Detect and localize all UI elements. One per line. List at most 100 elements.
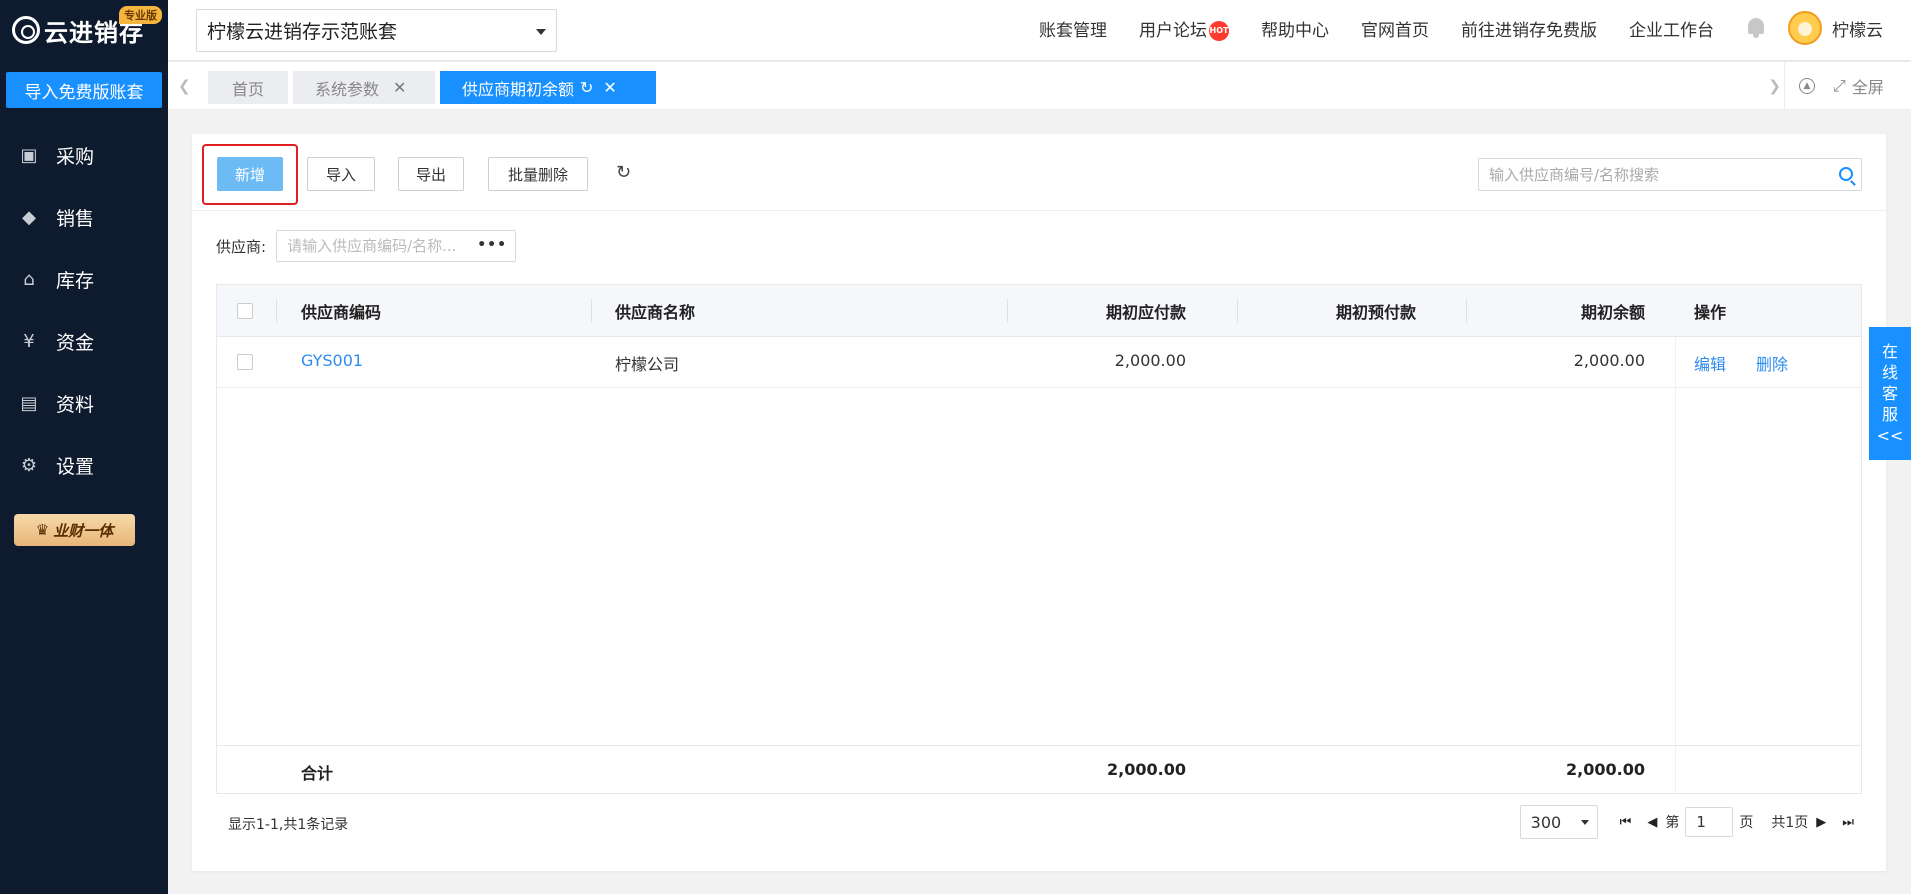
table-total-row: 合计 2,000.00 2,000.00 — [217, 745, 1861, 793]
col-opening-payable[interactable]: 期初应付款 — [1106, 299, 1186, 323]
tab-home[interactable]: 首页 — [208, 71, 288, 104]
yecai-yiti-button[interactable]: ♛ 业财一体 — [14, 514, 135, 546]
page-suffix: 页 — [1739, 815, 1754, 831]
col-opening-balance[interactable]: 期初余额 — [1581, 299, 1645, 323]
search-icon[interactable] — [1839, 167, 1853, 181]
link-user-forum[interactable]: 用户论坛 HOT — [1139, 16, 1229, 41]
fullscreen-label[interactable]: 全屏 — [1852, 74, 1884, 98]
sidebar-item-label: 设置 — [56, 455, 95, 478]
delete-link[interactable]: 删除 — [1756, 351, 1788, 375]
column-separator — [276, 299, 277, 323]
prev-page-icon[interactable]: ◀ — [1647, 815, 1657, 830]
hot-badge: HOT — [1209, 20, 1229, 41]
supplier-filter-input[interactable] — [287, 237, 483, 255]
collapse-up-icon[interactable]: ▲ — [1799, 78, 1815, 94]
sidebar-item-label: 资金 — [56, 331, 95, 354]
warehouse-icon: ⌂ — [23, 268, 35, 290]
sidebar-item-sales[interactable]: ◆ 销售 — [0, 186, 168, 248]
toolbar: 新增 导入 导出 批量删除 ↻ — [192, 134, 1886, 211]
tab-system-params-label: 系统参数 — [315, 79, 380, 99]
page-size-value: 300 — [1530, 812, 1562, 832]
online-service-button[interactable]: 在 线 客 服 << — [1869, 327, 1911, 460]
sidebar-item-label: 资料 — [56, 393, 95, 416]
link-official-site[interactable]: 官网首页 — [1361, 16, 1429, 41]
select-all-checkbox[interactable] — [237, 302, 253, 319]
sidebar-item-label: 采购 — [56, 145, 95, 168]
sidebar-item-purchase[interactable]: ▣ 采购 — [0, 124, 168, 186]
avatar[interactable] — [1788, 11, 1822, 45]
pagination: 300 ⏮ ◀ 第 1 页 共1页 ▶ ⏭ — [1519, 805, 1862, 839]
chevron-down-icon — [1580, 820, 1589, 825]
sidebar-item-settings[interactable]: ⚙ 设置 — [0, 434, 168, 496]
tab-bar: ❮ 首页 系统参数 ✕ 供应商期初余额 ↻ ✕ ❯ ▲ ⤢ 全屏 — [168, 62, 1911, 110]
chevron-right-icon[interactable]: ❯ — [1768, 77, 1781, 95]
yen-icon: ¥ — [23, 330, 35, 352]
refresh-icon[interactable]: ↻ — [580, 78, 593, 97]
column-separator — [1237, 299, 1238, 323]
shopping-bag-icon: ▣ — [20, 144, 38, 166]
page-size-select[interactable]: 300 — [1519, 805, 1598, 839]
main-panel: 新增 导入 导出 批量删除 ↻ 供应商: ••• 供应商编码 供应商名称 期初应… — [192, 134, 1886, 871]
import-free-account-button[interactable]: 导入免费版账套 — [6, 72, 162, 108]
sidebar-item-inventory[interactable]: ⌂ 库存 — [0, 248, 168, 310]
close-icon[interactable]: ✕ — [393, 78, 406, 97]
total-balance: 2,000.00 — [1566, 760, 1645, 779]
pro-badge: 专业版 — [119, 6, 162, 24]
search-box — [1478, 158, 1862, 191]
lemon-logo-icon — [12, 16, 40, 44]
gear-icon: ⚙ — [20, 454, 38, 476]
fullscreen-icon[interactable]: ⤢ — [1833, 76, 1846, 96]
supplier-code-link[interactable]: GYS001 — [301, 351, 363, 370]
link-help-center[interactable]: 帮助中心 — [1261, 16, 1329, 41]
link-free-version[interactable]: 前往进销存免费版 — [1461, 16, 1597, 41]
kefu-char: 服 — [1881, 405, 1898, 424]
page-number-input[interactable]: 1 — [1685, 807, 1734, 837]
top-links: 账套管理 用户论坛 HOT 帮助中心 官网首页 前往进销存免费版 企业工作台 柠檬… — [1039, 0, 1911, 56]
supplier-filter: 供应商: ••• — [216, 230, 517, 262]
sidebar-item-funds[interactable]: ¥ 资金 — [0, 310, 168, 372]
col-supplier-name[interactable]: 供应商名称 — [615, 299, 695, 323]
row-checkbox[interactable] — [237, 354, 253, 370]
total-pages: 共1页 — [1771, 815, 1809, 831]
col-opening-prepaid[interactable]: 期初预付款 — [1336, 299, 1416, 323]
opening-payable-cell: 2,000.00 — [1114, 351, 1186, 370]
first-page-icon[interactable]: ⏮ — [1620, 815, 1632, 830]
user-name[interactable]: 柠檬云 — [1832, 16, 1883, 41]
refresh-icon[interactable]: ↻ — [616, 162, 631, 183]
tab-supplier-opening-balance[interactable]: 供应商期初余额 ↻ ✕ — [440, 71, 656, 104]
bell-icon[interactable] — [1746, 17, 1766, 39]
col-supplier-code[interactable]: 供应商编码 — [301, 299, 381, 323]
tab-home-label: 首页 — [231, 79, 264, 99]
tab-system-params[interactable]: 系统参数 ✕ — [293, 71, 435, 104]
table-header: 供应商编码 供应商名称 期初应付款 期初预付款 期初余额 操作 — [217, 285, 1861, 337]
account-select[interactable]: 柠檬云进销存示范账套 — [196, 9, 557, 52]
sidebar-item-materials[interactable]: ▤ 资料 — [0, 372, 168, 434]
page-number-value: 1 — [1696, 813, 1706, 831]
search-input[interactable] — [1489, 165, 1829, 184]
supplier-filter-box: ••• — [276, 230, 517, 262]
col-actions: 操作 — [1694, 302, 1727, 322]
more-icon[interactable]: ••• — [477, 237, 507, 253]
import-button[interactable]: 导入 — [307, 157, 375, 191]
last-page-icon[interactable]: ⏭ — [1842, 815, 1854, 830]
column-separator — [1466, 299, 1467, 323]
link-account-management[interactable]: 账套管理 — [1039, 16, 1107, 41]
total-payable: 2,000.00 — [1107, 760, 1186, 779]
app-logo[interactable]: 云进销存 专业版 — [0, 0, 168, 60]
kefu-char: 客 — [1881, 384, 1898, 403]
edit-link[interactable]: 编辑 — [1694, 351, 1726, 375]
export-button[interactable]: 导出 — [398, 157, 464, 191]
tab-tools: ▲ ⤢ 全屏 — [1784, 62, 1911, 110]
chevron-left-icon[interactable]: ❮ — [178, 77, 191, 95]
close-icon[interactable]: ✕ — [603, 78, 616, 97]
link-enterprise-workbench[interactable]: 企业工作台 — [1629, 16, 1714, 41]
batch-delete-button[interactable]: 批量删除 — [488, 157, 588, 191]
next-page-icon[interactable]: ▶ — [1816, 815, 1826, 830]
top-header: 柠檬云进销存示范账套 账套管理 用户论坛 HOT 帮助中心 官网首页 前往进销存免… — [168, 0, 1911, 60]
sidebar-nav: ▣ 采购 ◆ 销售 ⌂ 库存 ¥ 资金 ▤ 资料 ⚙ 设置 — [0, 124, 168, 496]
add-button[interactable]: 新增 — [217, 157, 283, 191]
supplier-name-cell: 柠檬公司 — [615, 355, 680, 374]
sidebar: 云进销存 专业版 导入免费版账套 ▣ 采购 ◆ 销售 ⌂ 库存 ¥ 资金 ▤ 资… — [0, 0, 168, 894]
opening-balance-cell: 2,000.00 — [1573, 351, 1645, 370]
crown-icon: ♛ — [35, 521, 50, 539]
